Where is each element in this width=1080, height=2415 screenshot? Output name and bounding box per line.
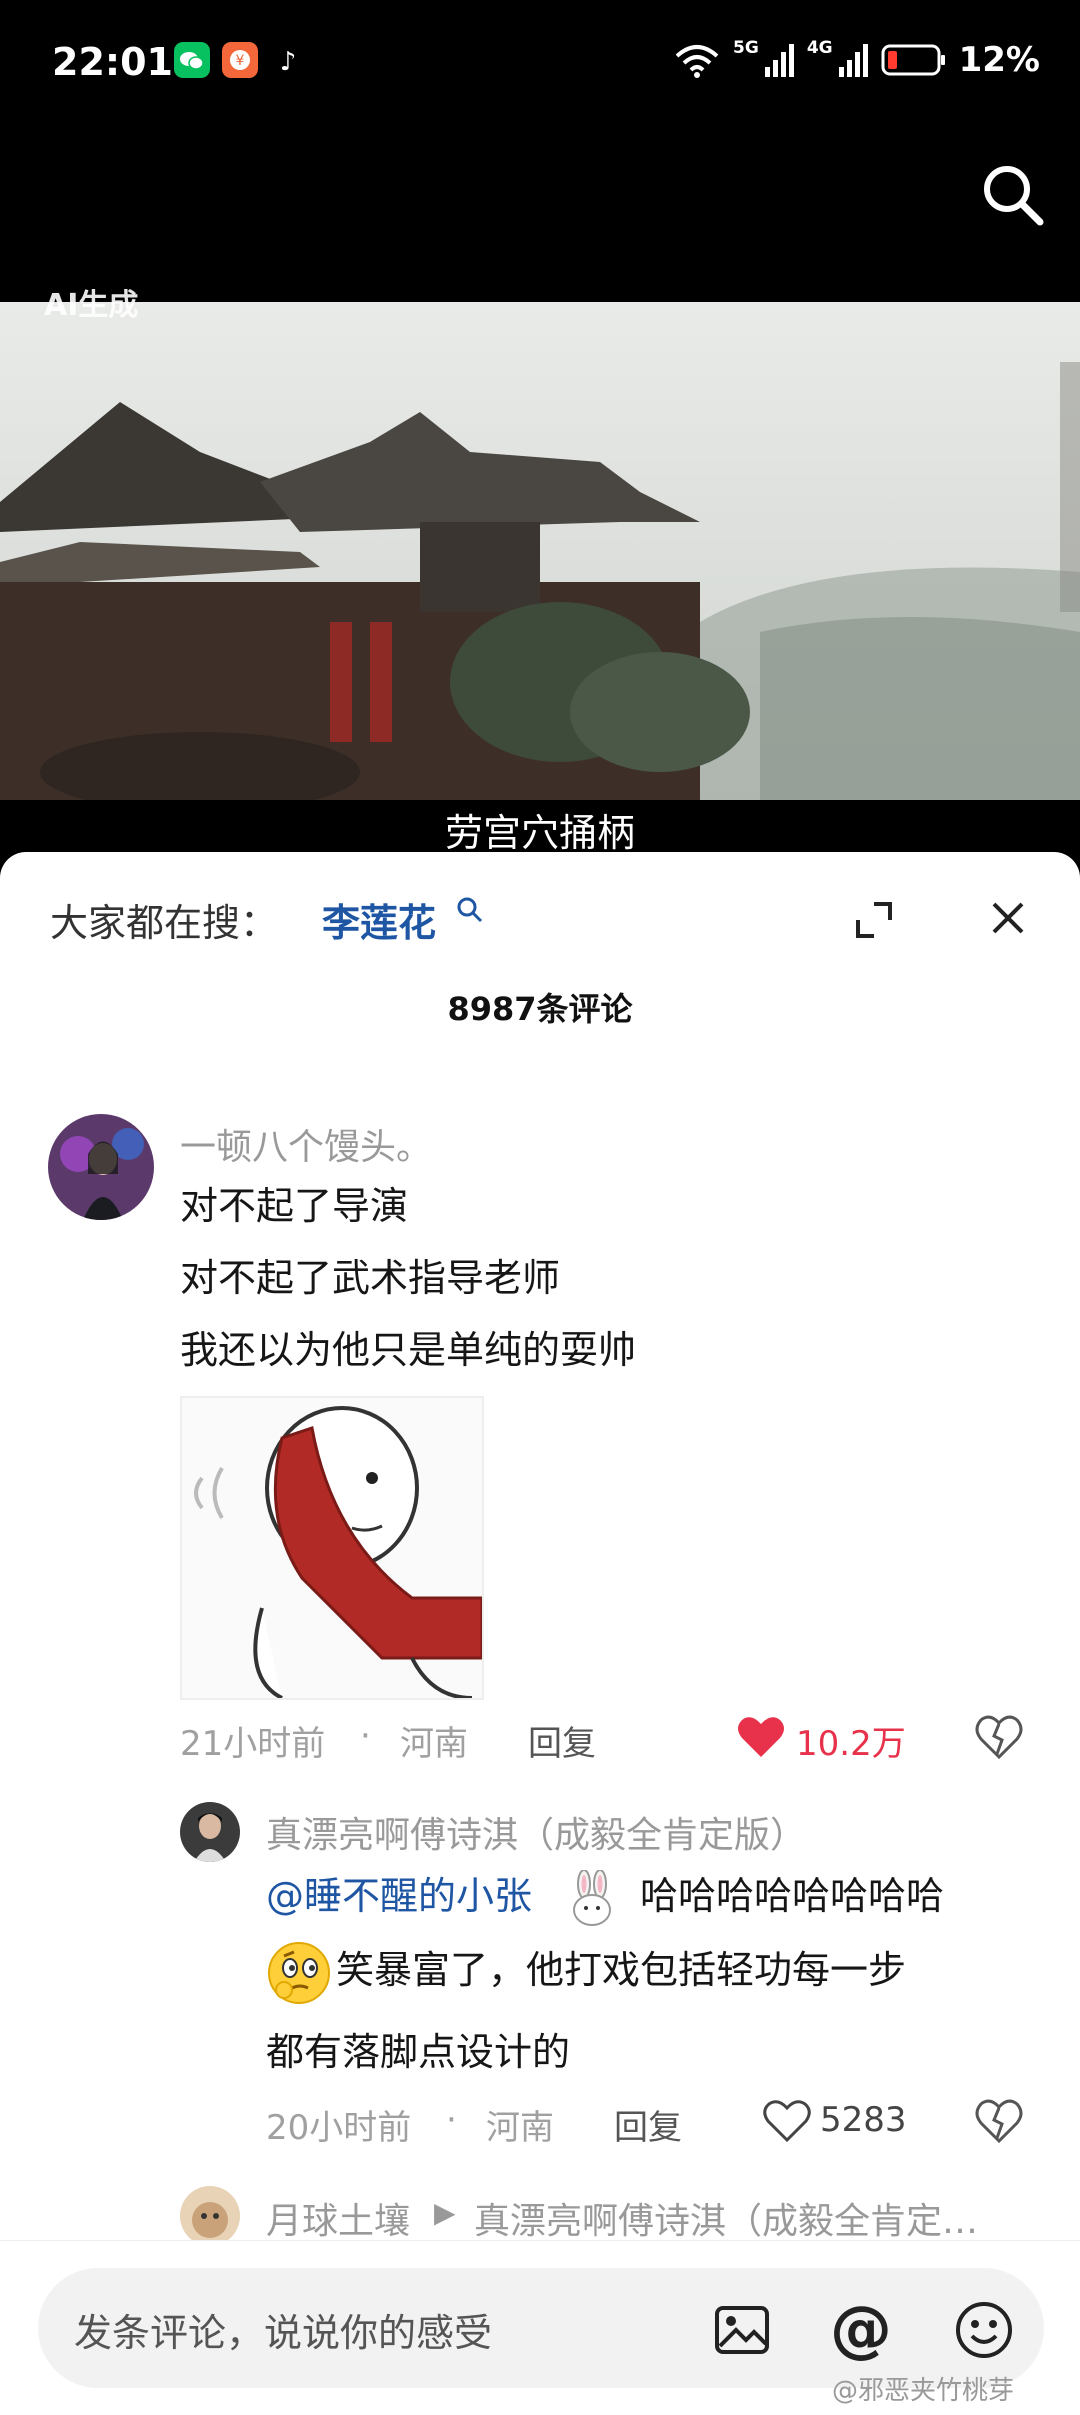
avatar[interactable]	[48, 1114, 154, 1220]
reply-button[interactable]: 回复	[614, 2100, 682, 2149]
video-frame[interactable]	[0, 302, 1080, 812]
reply-arrow-icon: ▶	[434, 2196, 456, 2229]
rabbit-emoji-icon	[568, 1869, 616, 1926]
comment-input-placeholder[interactable]: 发条评论，说说你的感受	[74, 2302, 492, 2357]
heart-outline-icon[interactable]	[762, 2098, 812, 2144]
svg-text:¥: ¥	[236, 53, 245, 69]
emoji-icon[interactable]	[954, 2300, 1014, 2360]
video-top-area	[0, 130, 1080, 302]
trending-search-label: 大家都在搜：	[50, 901, 279, 945]
reply-mention[interactable]: @睡不醒的小张	[266, 1860, 532, 1932]
comment-line-1: 对不起了导演	[180, 1184, 409, 1228]
comment-line-3: 我还以为他只是单纯的耍帅	[180, 1328, 637, 1372]
taobao-icon: ¥	[222, 42, 258, 78]
battery-percent: 12%	[958, 40, 1040, 80]
like-count: 10.2万	[796, 1724, 906, 1764]
comment-sheet	[0, 852, 1080, 2414]
reply-avatar[interactable]	[180, 1802, 240, 1862]
mention-at-icon[interactable]: @	[830, 2292, 892, 2365]
comment-location: 河南	[400, 1724, 468, 1764]
heart-filled-icon[interactable]	[736, 1714, 786, 1760]
thinking-emoji-icon	[264, 1938, 334, 2008]
reply-line-2: 笑暴富了，他打戏包括轻功每一步	[336, 1948, 907, 1992]
reply-time: 20小时前	[266, 2108, 412, 2148]
reply-username[interactable]: 月球土壤	[266, 2192, 410, 2244]
dislike-broken-heart-icon[interactable]	[974, 1712, 1024, 1762]
status-time: 22:01	[52, 40, 173, 84]
meta-dot: ·	[446, 2100, 457, 2140]
reply-avatar[interactable]	[180, 2186, 240, 2246]
close-icon[interactable]	[988, 898, 1028, 938]
wifi-icon	[675, 45, 719, 78]
battery-icon	[881, 44, 945, 76]
comment-count: 8987条评论	[447, 990, 633, 1028]
reply-location: 河南	[486, 2108, 554, 2148]
network-5g-label: 5G	[733, 38, 759, 58]
reply-line-3: 都有落脚点设计的	[266, 2030, 571, 2074]
ai-generated-label: AI生成	[44, 288, 139, 323]
svg-text:♪: ♪	[280, 47, 297, 77]
reply-username[interactable]: 真漂亮啊傅诗淇（成毅全肯定版）	[266, 1806, 806, 1858]
video-subtitle: 劳宫穴捅柄	[444, 811, 635, 855]
search-icon[interactable]	[978, 160, 1048, 230]
reply-to-username[interactable]: 真漂亮啊傅诗淇（成毅全肯定…	[474, 2192, 978, 2244]
comment-sticker-image[interactable]	[180, 1396, 484, 1700]
expand-icon[interactable]	[852, 898, 896, 942]
signal-icon	[764, 44, 794, 77]
comment-username[interactable]: 一顿八个馒头。	[180, 1118, 432, 1170]
image-icon[interactable]	[714, 2302, 770, 2358]
watermark: @邪恶夹竹桃芽	[832, 2376, 1015, 2406]
comment-line-2: 对不起了武术指导老师	[180, 1256, 561, 1300]
network-4g-label: 4G	[806, 38, 833, 58]
reply-button[interactable]: 回复	[528, 1716, 596, 1765]
reply-like-count: 5283	[820, 2100, 907, 2140]
douyin-icon: ♪	[270, 42, 306, 78]
signal-icon-2	[838, 44, 868, 77]
wechat-icon	[174, 42, 210, 78]
comment-time: 21小时前	[180, 1724, 326, 1764]
trending-search-term[interactable]: 李莲花	[322, 892, 436, 947]
search-small-icon[interactable]	[456, 896, 484, 924]
reply-laugh-text: 哈哈哈哈哈哈哈哈	[640, 1874, 945, 1918]
meta-dot: ·	[360, 1716, 371, 1756]
status-right: 5G 4G 12%	[673, 38, 1040, 82]
dislike-broken-heart-icon[interactable]	[974, 2096, 1024, 2146]
